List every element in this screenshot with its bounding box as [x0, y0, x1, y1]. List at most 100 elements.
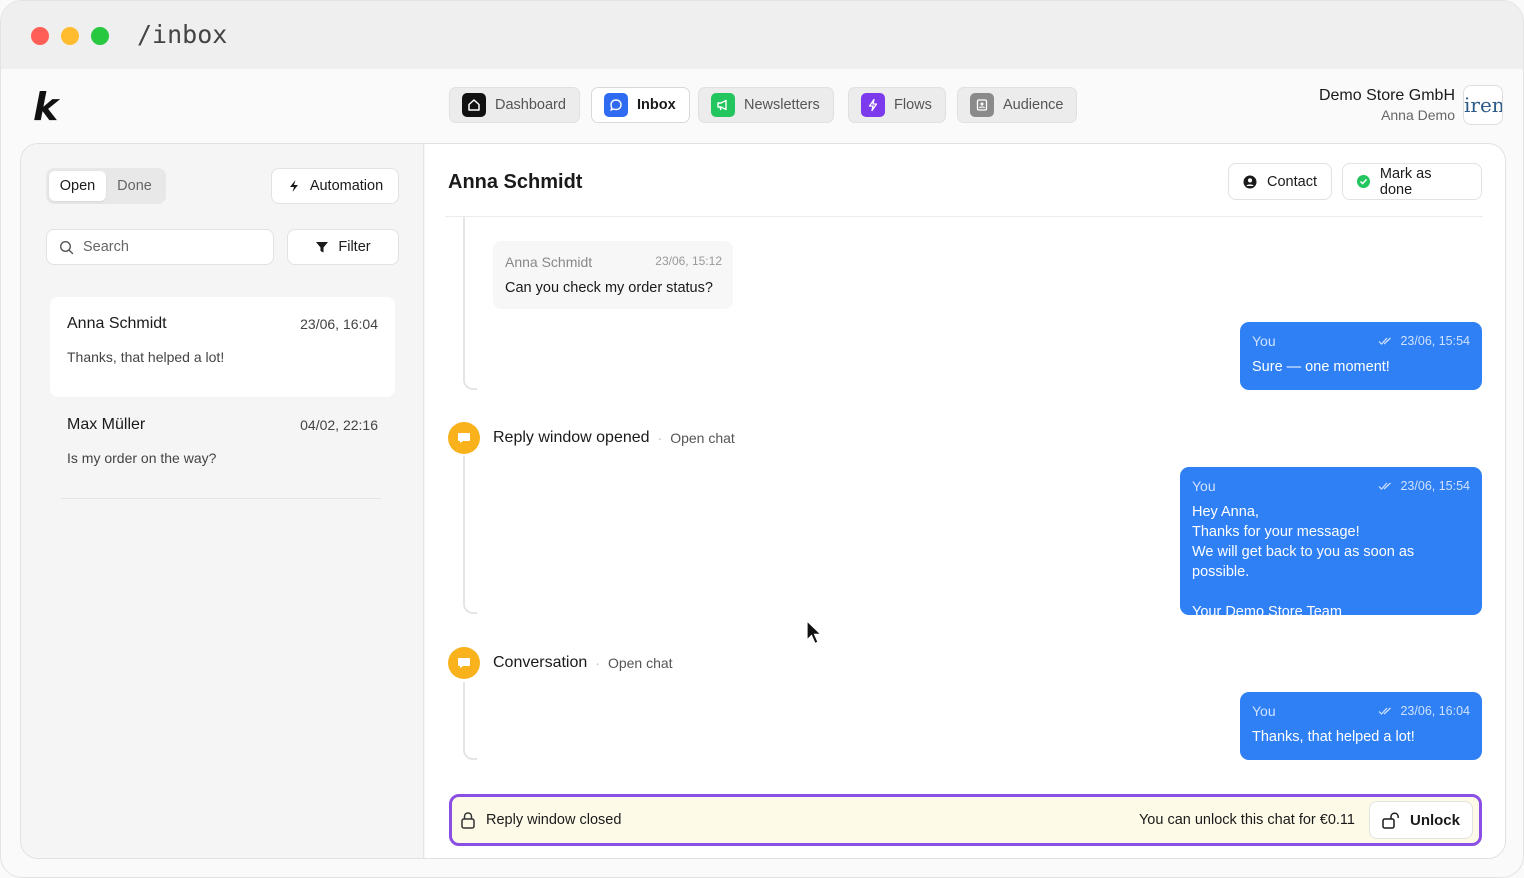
search-box	[46, 229, 274, 265]
main-panel: Open Done Automation Filter Anna Schmidt…	[20, 143, 1506, 859]
timeline-connector	[463, 456, 477, 614]
filter-button[interactable]: Filter	[287, 229, 399, 265]
message-sender: You	[1252, 333, 1276, 349]
minimize-window-button[interactable]	[61, 27, 79, 45]
open-chat-link[interactable]: Open chat	[608, 655, 673, 671]
timeline-connector	[463, 217, 477, 390]
tab-done[interactable]: Done	[106, 171, 163, 201]
home-icon	[462, 93, 486, 117]
conversation-name: Max Müller	[67, 416, 146, 433]
chat-event-icon	[448, 422, 480, 454]
message-text: Sure — one moment!	[1252, 359, 1390, 375]
message-time: 23/06, 15:12	[655, 254, 722, 268]
close-window-button[interactable]	[31, 27, 49, 45]
timeline-event: Conversation · Open chat	[448, 647, 673, 679]
status-toggle: Open Done	[46, 168, 166, 204]
nav-dashboard-label: Dashboard	[495, 97, 566, 113]
outgoing-message: You 23/06, 15:54 Hey Anna, Thanks for yo…	[1180, 467, 1482, 620]
mouse-cursor-icon	[806, 620, 823, 645]
conversation-preview: Thanks, that helped a lot!	[67, 349, 225, 365]
header-divider	[445, 216, 1483, 217]
reply-window-closed-bar: Reply window closed You can unlock this …	[449, 794, 1482, 846]
conversation-preview: Is my order on the way?	[67, 450, 217, 466]
brand-logo[interactable]: k	[33, 85, 58, 129]
chat-event-icon	[448, 647, 480, 679]
conversation-item[interactable]: Anna Schmidt 23/06, 16:04 Thanks, that h…	[50, 297, 395, 397]
event-separator: ·	[657, 430, 663, 446]
automation-label: Automation	[309, 178, 384, 194]
double-check-icon	[1379, 707, 1392, 715]
contact-label: Contact	[1267, 173, 1317, 190]
chat-panel: Anna Schmidt Contact Mark as done Anna S…	[425, 144, 1505, 858]
outgoing-message: You 23/06, 16:04 Thanks, that helped a l…	[1240, 692, 1482, 760]
lightning-icon	[861, 93, 885, 117]
message-sender: You	[1192, 478, 1216, 494]
store-name: Demo Store GmbH	[1318, 87, 1455, 104]
account-switcher[interactable]: Demo Store GmbH Anna Demo	[1319, 87, 1455, 123]
conversation-item[interactable]: Max Müller 04/02, 22:16 Is my order on t…	[50, 398, 395, 498]
nav-audience-label: Audience	[1003, 97, 1064, 113]
lock-icon	[461, 812, 475, 829]
title-bar: /inbox	[1, 1, 1523, 69]
incoming-message: Anna Schmidt 23/06, 15:12 Can you check …	[493, 241, 733, 309]
user-name: Anna Demo	[1381, 107, 1455, 123]
nav-inbox[interactable]: Inbox	[591, 87, 690, 123]
conversation-date: 23/06, 16:04	[300, 316, 378, 332]
search-icon	[59, 240, 74, 254]
mark-as-done-button[interactable]: Mark as done	[1342, 163, 1482, 200]
app-window: /inbox k Dashboard Inbox Newsletters Flo…	[0, 0, 1524, 878]
event-separator: ·	[595, 655, 600, 671]
lightning-icon	[289, 180, 298, 192]
double-check-icon	[1379, 482, 1392, 490]
conversation-date: 04/02, 22:16	[300, 417, 378, 433]
megaphone-icon	[711, 93, 735, 117]
mark-as-done-label: Mark as done	[1379, 165, 1432, 198]
nav-newsletters-label: Newsletters	[744, 97, 820, 113]
tab-open[interactable]: Open	[49, 171, 106, 201]
user-circle-icon	[1243, 175, 1257, 188]
url-path: /inbox	[137, 20, 228, 49]
nav-newsletters[interactable]: Newsletters	[698, 87, 834, 123]
list-divider	[61, 498, 381, 499]
message-sender: Anna Schmidt	[505, 254, 593, 270]
search-input[interactable]	[83, 239, 263, 255]
conversation-sidebar: Open Done Automation Filter Anna Schmidt…	[21, 144, 424, 858]
message-text: Hey Anna, Thanks for your message! We wi…	[1192, 504, 1415, 620]
unlock-icon	[1382, 812, 1399, 829]
store-logo[interactable]: iren	[1463, 85, 1503, 125]
message-text: Can you check my order status?	[505, 280, 713, 296]
reply-closed-label: Reply window closed	[486, 812, 622, 828]
unlock-label: Unlock	[1409, 811, 1460, 829]
message-text: Thanks, that helped a lot!	[1252, 729, 1415, 745]
contact-card-icon	[970, 93, 994, 117]
message-time: 23/06, 15:54	[1400, 334, 1470, 348]
top-nav: k Dashboard Inbox Newsletters Flows Audi…	[1, 69, 1523, 143]
store-logo-text: iren	[1464, 93, 1503, 117]
nav-flows[interactable]: Flows	[848, 87, 946, 123]
filter-label: Filter	[338, 239, 371, 255]
maximize-window-button[interactable]	[91, 27, 109, 45]
message-time: 23/06, 15:54	[1400, 479, 1470, 493]
unlock-price-text: You can unlock this chat for €0.11	[1138, 812, 1355, 828]
timeline-event: Reply window opened · Open chat	[448, 422, 735, 454]
nav-dashboard[interactable]: Dashboard	[449, 87, 580, 123]
nav-flows-label: Flows	[894, 97, 932, 113]
message-time: 23/06, 16:04	[1400, 704, 1470, 718]
unlock-button[interactable]: Unlock	[1369, 801, 1473, 839]
event-title: Reply window opened	[493, 429, 650, 446]
nav-audience[interactable]: Audience	[957, 87, 1078, 123]
nav-inbox-label: Inbox	[637, 97, 676, 113]
chat-title: Anna Schmidt	[448, 171, 583, 193]
outgoing-message: You 23/06, 15:54 Sure — one moment!	[1240, 322, 1482, 390]
chat-bubble-icon	[604, 93, 628, 117]
double-check-icon	[1379, 337, 1392, 345]
contact-button[interactable]: Contact	[1228, 163, 1332, 200]
conversation-name: Anna Schmidt	[67, 315, 167, 332]
message-sender: You	[1252, 703, 1276, 719]
timeline-connector	[463, 682, 477, 760]
event-title: Conversation	[493, 654, 588, 671]
filter-icon	[316, 242, 329, 253]
check-circle-icon	[1357, 175, 1370, 188]
open-chat-link[interactable]: Open chat	[670, 430, 735, 446]
automation-button[interactable]: Automation	[271, 168, 399, 204]
